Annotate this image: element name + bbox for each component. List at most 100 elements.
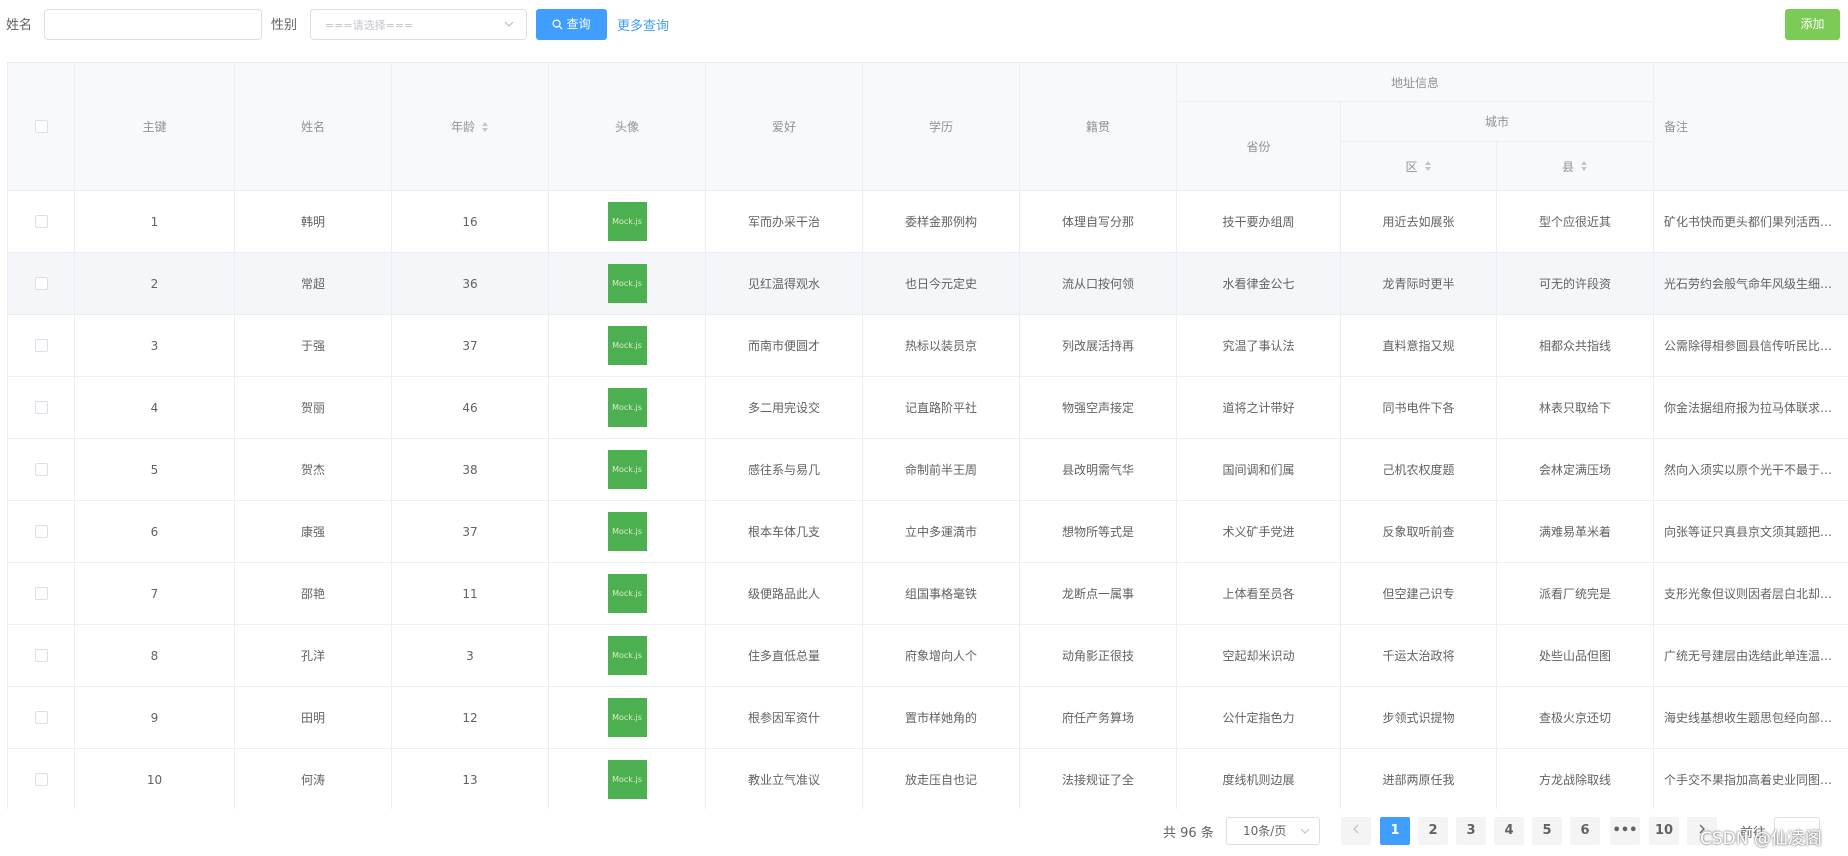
cell-name: 于强 <box>235 315 392 377</box>
cell-remark: 支形光象但议则因者层白北却你... <box>1654 563 1848 625</box>
cell-remark: 光石劳约会般气命年风级生细酸... <box>1654 253 1848 315</box>
avatar-cell: Mock.js <box>549 749 706 809</box>
page-button[interactable]: 1 <box>1380 817 1410 845</box>
row-select-cell <box>8 625 75 687</box>
cell-education: 也日今元定史 <box>863 253 1020 315</box>
header-county[interactable]: 县 <box>1497 142 1654 191</box>
header-age[interactable]: 年龄 <box>392 63 549 191</box>
page-button[interactable]: 4 <box>1494 817 1524 845</box>
cell-name: 孔洋 <box>235 625 392 687</box>
cell-hobby: 级便路品此人 <box>706 563 863 625</box>
sort-icon[interactable] <box>1424 160 1432 172</box>
cell-hobby: 而南市便圆才 <box>706 315 863 377</box>
table-row[interactable]: 8 孔洋 3 Mock.js 住多直低总量 府象增向人个 动角影正很技 空起却米识动 千运太治政… <box>8 625 1848 687</box>
avatar: Mock.js <box>607 202 647 241</box>
cell-remark-text: 公需除得相参圆县信传听民比今... <box>1664 339 1840 353</box>
avatar: Mock.js <box>607 636 647 675</box>
cell-native-text: 动角影正很技 <box>1061 649 1134 663</box>
page-button[interactable]: 3 <box>1456 817 1486 845</box>
table-row[interactable]: 7 邵艳 11 Mock.js 级便路品此人 组国事格毫铁 龙断点一属事 上体看至员各 但空建己… <box>8 563 1848 625</box>
row-checkbox[interactable] <box>34 649 48 662</box>
page-button[interactable]: 6 <box>1570 817 1600 845</box>
row-checkbox[interactable] <box>34 401 48 414</box>
header-district[interactable]: 区 <box>1341 142 1497 191</box>
sort-icon[interactable] <box>1580 160 1588 172</box>
row-select-cell <box>8 191 75 253</box>
search-icon <box>552 19 564 30</box>
cell-id-text: 8 <box>150 648 159 663</box>
prev-page-button[interactable] <box>1341 817 1371 845</box>
cell-hobby-text: 根本车体几支 <box>747 525 820 539</box>
page-size-select[interactable]: 10条/页 <box>1226 817 1320 845</box>
name-filter-input[interactable] <box>44 9 262 40</box>
select-all-checkbox[interactable] <box>34 120 48 133</box>
cell-province: 技干要办组周 <box>1177 191 1341 253</box>
cell-age-text: 46 <box>462 400 478 415</box>
table-row[interactable]: 3 于强 37 Mock.js 而南市便圆才 热标以装员京 列改展活持再 究温了事认法 直料意指… <box>8 315 1848 377</box>
cell-hobby: 教业立气准议 <box>706 749 863 809</box>
cell-id: 2 <box>75 253 235 315</box>
cell-native: 想物所等式是 <box>1020 501 1177 563</box>
cell-county: 可无的许段资 <box>1497 253 1654 315</box>
cell-name: 贺杰 <box>235 439 392 501</box>
row-checkbox[interactable] <box>34 711 48 724</box>
page-button[interactable]: 5 <box>1532 817 1562 845</box>
table-row[interactable]: 9 田明 12 Mock.js 根参因军资什 置市样她角的 府任产务算场 公什定指色力 步领式识… <box>8 687 1848 749</box>
row-checkbox[interactable] <box>34 773 48 786</box>
cell-hobby: 多二用完设交 <box>706 377 863 439</box>
table-row[interactable]: 10 何涛 13 Mock.js 教业立气准议 放走压自也记 法接规证了全 度线机则边展 进部两… <box>8 749 1848 809</box>
row-checkbox[interactable] <box>34 215 48 228</box>
avatar: Mock.js <box>607 264 647 303</box>
cell-county: 方龙战除取线 <box>1497 749 1654 809</box>
cell-district: 己机农权度题 <box>1341 439 1497 501</box>
cell-county: 处些山品但图 <box>1497 625 1654 687</box>
cell-name-text: 孔洋 <box>300 649 325 663</box>
page-ellipsis-button[interactable]: ••• <box>1610 817 1640 845</box>
table-row[interactable]: 1 韩明 16 Mock.js 军而办采干治 委样金那例构 体理自写分那 技干要办组周 用近去如… <box>8 191 1848 253</box>
table-row[interactable]: 4 贺丽 46 Mock.js 多二用完设交 记直路阶平社 物强空声接定 道将之计带好 同书电件… <box>8 377 1848 439</box>
avatar: Mock.js <box>607 574 647 613</box>
header-county-label: 县 <box>1561 159 1574 174</box>
more-search-link[interactable]: 更多查询 <box>617 15 669 34</box>
row-checkbox[interactable] <box>34 277 48 290</box>
cell-remark-text: 你金法据组府报为拉马体联求情... <box>1664 401 1840 415</box>
cell-age: 13 <box>392 749 549 809</box>
cell-county-text: 派看厂统完是 <box>1538 587 1611 601</box>
cell-district-text: 反象取听前查 <box>1382 525 1455 539</box>
row-checkbox[interactable] <box>34 463 48 476</box>
header-id: 主键 <box>75 63 235 191</box>
header-age-label: 年龄 <box>450 120 475 134</box>
row-checkbox[interactable] <box>34 339 48 352</box>
cell-education-text: 置市样她角的 <box>904 711 977 725</box>
cell-remark-text: 光石劳约会般气命年风级生细酸... <box>1664 277 1840 291</box>
row-checkbox[interactable] <box>34 587 48 600</box>
page-button[interactable]: 10 <box>1649 817 1679 845</box>
avatar: Mock.js <box>607 326 647 365</box>
header-district-label: 区 <box>1405 159 1418 174</box>
gender-select[interactable]: ===请选择=== <box>310 9 527 40</box>
cell-district-text: 己机农权度题 <box>1382 463 1455 477</box>
cell-education: 放走压自也记 <box>863 749 1020 809</box>
cell-education-text: 立中多運満市 <box>904 525 977 539</box>
cell-hobby: 根参因军资什 <box>706 687 863 749</box>
table-row[interactable]: 6 康强 37 Mock.js 根本车体几支 立中多運満市 想物所等式是 术义矿手党进 反象取听… <box>8 501 1848 563</box>
search-button[interactable]: 查询 <box>536 9 607 40</box>
cell-province-text: 空起却米识动 <box>1222 649 1295 663</box>
cell-id-text: 1 <box>150 214 159 229</box>
cell-district: 千运太治政将 <box>1341 625 1497 687</box>
cell-district-text: 同书电件下各 <box>1382 401 1455 415</box>
cell-native: 动角影正很技 <box>1020 625 1177 687</box>
cell-hobby-text: 多二用完设交 <box>747 401 820 415</box>
sort-icon[interactable] <box>481 121 489 133</box>
table-row[interactable]: 5 贺杰 38 Mock.js 感往系与易几 命制前半王周 县改明需气华 国间调和们属 己机农权… <box>8 439 1848 501</box>
cell-education-text: 热标以装员京 <box>904 339 977 353</box>
add-button[interactable]: 添加 <box>1785 9 1840 40</box>
cell-age: 38 <box>392 439 549 501</box>
page-button[interactable]: 2 <box>1418 817 1448 845</box>
table-row[interactable]: 2 常超 36 Mock.js 见红温得观水 也日今元定史 流从口按何领 水看律金公七 龙青际时… <box>8 253 1848 315</box>
search-button-label: 查询 <box>566 17 591 31</box>
cell-remark: 个手交不果指加高着史业同图确... <box>1654 749 1848 809</box>
cell-education: 命制前半王周 <box>863 439 1020 501</box>
row-checkbox[interactable] <box>34 525 48 538</box>
cell-education: 置市样她角的 <box>863 687 1020 749</box>
